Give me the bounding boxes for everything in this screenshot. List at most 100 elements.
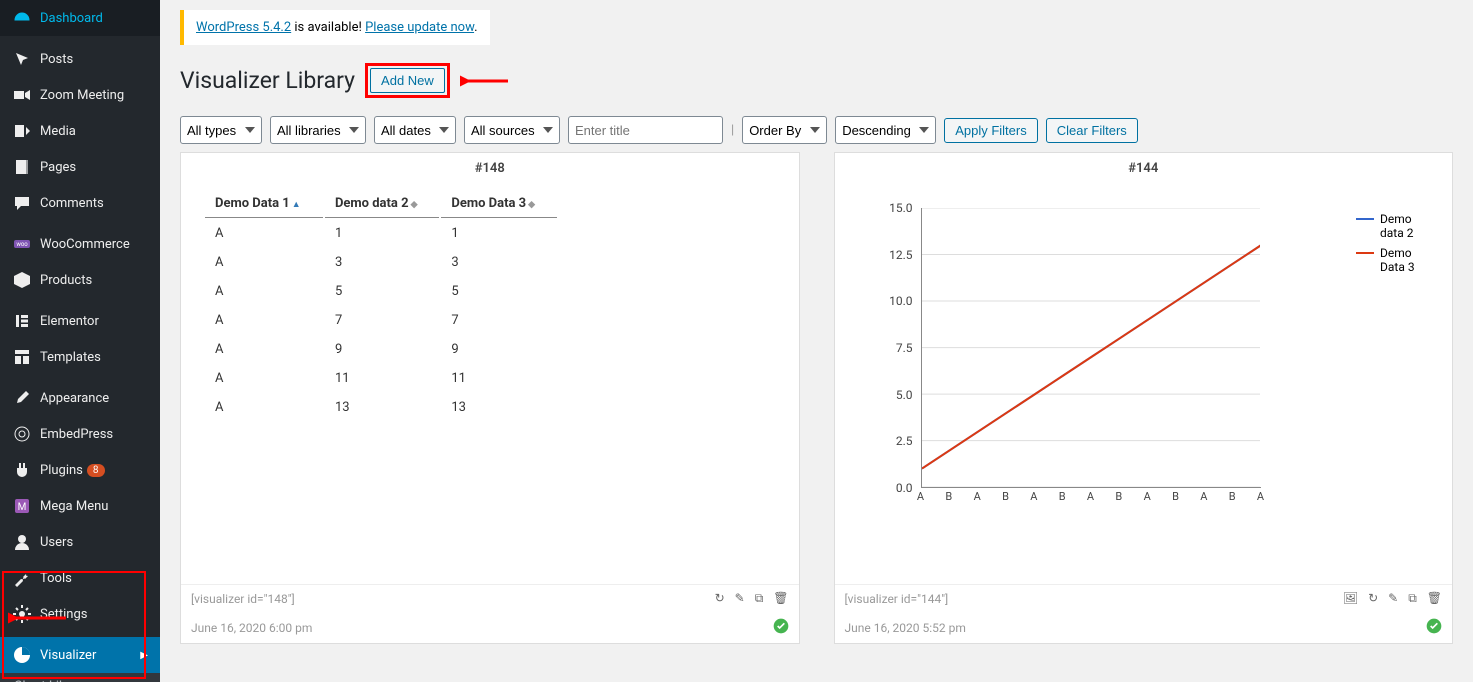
table-header[interactable]: Demo Data 3◆ bbox=[441, 190, 557, 218]
table-cell: 5 bbox=[441, 278, 557, 305]
table-cell: 11 bbox=[325, 365, 439, 392]
x-tick-label: B bbox=[1002, 490, 1009, 503]
filter-title-input[interactable] bbox=[568, 116, 723, 144]
sidebar-item-label: Templates bbox=[40, 350, 101, 365]
pin-icon bbox=[12, 49, 32, 69]
filter-dates[interactable]: All dates bbox=[374, 116, 456, 144]
table-cell: A bbox=[205, 278, 323, 305]
y-tick-label: 15.0 bbox=[889, 201, 912, 215]
sidebar-item-users[interactable]: Users bbox=[0, 524, 160, 560]
sidebar-item-pages[interactable]: Pages bbox=[0, 149, 160, 185]
x-tick-label: A bbox=[1087, 490, 1094, 503]
chart-card-144: #144 0.02.55.07.510.012.515.0 ABABABABAB… bbox=[834, 152, 1454, 644]
y-tick-label: 2.5 bbox=[896, 434, 913, 448]
table-header[interactable]: Demo data 2◆ bbox=[325, 190, 439, 218]
update-notice: WordPress 5.4.2 is available! Please upd… bbox=[180, 10, 490, 45]
card-footer-date: June 16, 2020 6:00 pm bbox=[181, 612, 799, 643]
chart-card-148: #148 Demo Data 1▲Demo data 2◆Demo Data 3… bbox=[180, 152, 800, 644]
sidebar-item-label: Tools bbox=[40, 571, 72, 586]
edit-icon[interactable]: ✎ bbox=[735, 591, 745, 606]
sidebar-item-mega-menu[interactable]: MMega Menu bbox=[0, 488, 160, 524]
notice-suffix: . bbox=[474, 20, 477, 35]
update-now-link[interactable]: Please update now bbox=[365, 20, 474, 35]
sidebar-item-dashboard[interactable]: Dashboard bbox=[0, 0, 160, 36]
table-cell: 1 bbox=[441, 220, 557, 247]
sidebar-item-zoom-meeting[interactable]: Zoom Meeting bbox=[0, 77, 160, 113]
edit-icon[interactable]: ✎ bbox=[1388, 591, 1398, 606]
y-tick-label: 12.5 bbox=[889, 248, 912, 262]
elementor-icon bbox=[12, 311, 32, 331]
sidebar-item-label: Zoom Meeting bbox=[40, 88, 124, 103]
export-icon[interactable]: ↻ bbox=[1368, 591, 1378, 606]
sidebar-item-embedpress[interactable]: EmbedPress bbox=[0, 416, 160, 452]
sidebar-item-label: Users bbox=[40, 535, 73, 550]
x-tick-label: A bbox=[974, 490, 981, 503]
clone-icon[interactable]: ⧉ bbox=[755, 591, 764, 606]
card-actions: ↻ ✎ ⧉ 🗑 bbox=[715, 591, 789, 606]
card-title: #148 bbox=[181, 153, 799, 184]
sidebar-item-appearance[interactable]: Appearance bbox=[0, 380, 160, 416]
sidebar-sub-chart-library[interactable]: Chart Library bbox=[0, 673, 160, 682]
filter-sources[interactable]: All sources bbox=[464, 116, 560, 144]
wp-version-link[interactable]: WordPress 5.4.2 bbox=[196, 20, 291, 35]
update-badge: 8 bbox=[87, 464, 105, 477]
filter-orderby[interactable]: Order By bbox=[742, 116, 827, 144]
svg-text:woo: woo bbox=[16, 241, 28, 248]
filter-order[interactable]: Descending bbox=[835, 116, 936, 144]
card-footer-date: June 16, 2020 5:52 pm bbox=[835, 612, 1453, 643]
media-icon bbox=[12, 121, 32, 141]
sidebar-item-label: Mega Menu bbox=[40, 499, 108, 514]
status-ok-icon bbox=[1426, 618, 1442, 637]
table-row: A1313 bbox=[205, 394, 557, 421]
legend-swatch bbox=[1356, 218, 1374, 220]
page-icon bbox=[12, 157, 32, 177]
image-icon[interactable]: 🖼 bbox=[1343, 591, 1358, 606]
apply-filters-button[interactable]: Apply Filters bbox=[944, 118, 1038, 143]
legend-label: Demo data 2 bbox=[1380, 212, 1430, 240]
table-cell: 5 bbox=[325, 278, 439, 305]
x-tick-label: A bbox=[1257, 490, 1264, 503]
table-cell: A bbox=[205, 249, 323, 276]
table-header[interactable]: Demo Data 1▲ bbox=[205, 190, 323, 218]
filter-types[interactable]: All types bbox=[180, 116, 262, 144]
card-title: #144 bbox=[835, 153, 1453, 184]
filter-libraries[interactable]: All libraries bbox=[270, 116, 366, 144]
sidebar-item-media[interactable]: Media bbox=[0, 113, 160, 149]
card-body: Demo Data 1▲Demo data 2◆Demo Data 3◆ A11… bbox=[181, 184, 799, 584]
x-tick-label: A bbox=[1200, 490, 1207, 503]
sidebar-item-visualizer[interactable]: Visualizer▶ bbox=[0, 637, 160, 673]
chevron-right-icon: ▶ bbox=[140, 650, 148, 661]
sidebar-item-tools[interactable]: Tools bbox=[0, 560, 160, 596]
y-tick-label: 7.5 bbox=[896, 341, 913, 355]
x-tick-label: B bbox=[1059, 490, 1066, 503]
clear-filters-button[interactable]: Clear Filters bbox=[1046, 118, 1138, 143]
card-footer: [visualizer id="144"] 🖼 ↻ ✎ ⧉ 🗑 bbox=[835, 584, 1453, 612]
annotation-highlight-button: Add New bbox=[365, 63, 450, 98]
export-icon[interactable]: ↻ bbox=[715, 591, 725, 606]
sidebar-item-comments[interactable]: Comments bbox=[0, 185, 160, 221]
sidebar-item-products[interactable]: Products bbox=[0, 262, 160, 298]
table-cell: A bbox=[205, 336, 323, 363]
table-cell: 11 bbox=[441, 365, 557, 392]
sidebar-item-posts[interactable]: Posts bbox=[0, 41, 160, 77]
sidebar-item-plugins[interactable]: Plugins8 bbox=[0, 452, 160, 488]
clone-icon[interactable]: ⧉ bbox=[1408, 591, 1417, 606]
y-tick-label: 5.0 bbox=[896, 388, 913, 402]
x-tick-label: B bbox=[945, 490, 952, 503]
sidebar-item-label: Elementor bbox=[40, 314, 99, 329]
sidebar-item-templates[interactable]: Templates bbox=[0, 339, 160, 375]
x-tick-label: A bbox=[917, 490, 924, 503]
sidebar-item-woocommerce[interactable]: wooWooCommerce bbox=[0, 226, 160, 262]
sidebar-item-label: Comments bbox=[40, 196, 104, 211]
video-icon bbox=[12, 85, 32, 105]
trash-icon[interactable]: 🗑 bbox=[773, 591, 788, 606]
x-tick-label: B bbox=[1229, 490, 1236, 503]
sidebar-item-elementor[interactable]: Elementor bbox=[0, 303, 160, 339]
table-cell: 1 bbox=[325, 220, 439, 247]
table-row: A99 bbox=[205, 336, 557, 363]
legend-item: Demo data 2 bbox=[1356, 212, 1430, 240]
add-new-button[interactable]: Add New bbox=[370, 68, 445, 93]
dashboard-icon bbox=[12, 8, 32, 28]
trash-icon[interactable]: 🗑 bbox=[1427, 591, 1442, 606]
table-cell: 7 bbox=[325, 307, 439, 334]
